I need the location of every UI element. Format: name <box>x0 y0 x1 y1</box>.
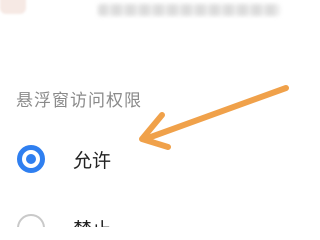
option-allow-label: 允许 <box>73 150 112 172</box>
section-title: 悬浮窗访问权限 <box>16 91 142 111</box>
arrow-pointer-icon <box>139 85 289 150</box>
option-deny[interactable]: 禁止 <box>16 210 276 227</box>
radio-unchecked-icon[interactable] <box>17 214 45 227</box>
option-allow[interactable]: 允许 <box>16 141 276 177</box>
option-deny-label: 禁止 <box>73 215 111 227</box>
radio-dot <box>26 154 36 164</box>
app-list-item-partial[interactable] <box>0 0 292 26</box>
radio-checked-icon[interactable] <box>17 145 45 173</box>
permission-settings-screen: 悬浮窗访问权限 允许 禁止 <box>0 0 292 227</box>
app-icon <box>0 0 26 14</box>
blurred-app-text <box>98 4 280 16</box>
